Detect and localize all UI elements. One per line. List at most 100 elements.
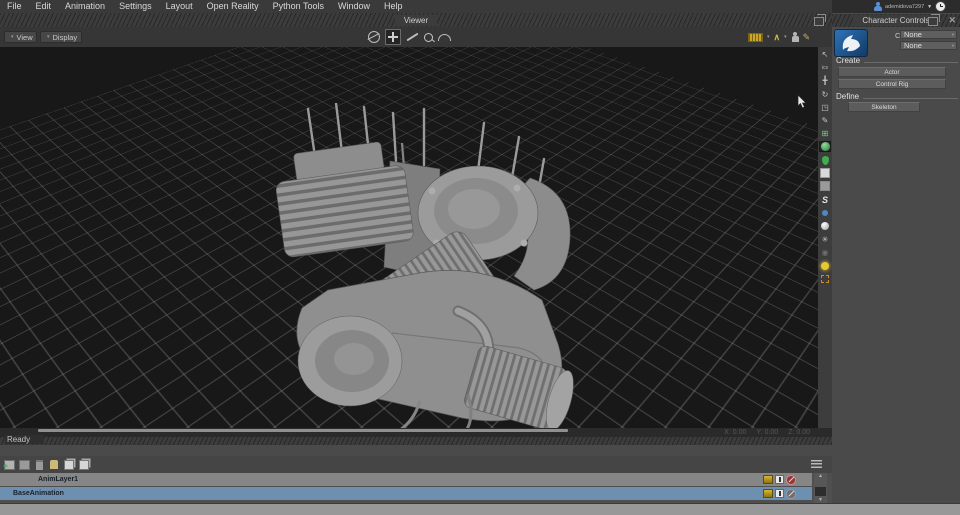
camera-tools-group (368, 29, 451, 45)
magnify-tool-icon[interactable] (424, 33, 433, 42)
mute-button[interactable] (786, 475, 796, 485)
lock-button[interactable] (763, 475, 773, 484)
translate-icon[interactable]: ╋ (819, 75, 831, 86)
compass-pen-icon[interactable]: ✎ (819, 115, 831, 126)
arc-rotate-tool-icon[interactable] (438, 34, 451, 41)
add-box-icon[interactable]: ⊞ (819, 128, 831, 139)
character-controls-float-icon[interactable] (928, 17, 938, 26)
account-bar: ademidova7297 ▼ (832, 0, 960, 13)
character-controls-titlebar: Character Controls ✕ (832, 14, 960, 27)
menu-animation[interactable]: Animation (58, 0, 112, 13)
ruler-tool-icon[interactable] (748, 33, 763, 42)
zoom-line-tool-icon[interactable] (406, 33, 418, 42)
viewer-statusbar: X: 0.00 Y: 0.00 Z: 0.00 (0, 428, 832, 437)
visibility-icon[interactable]: ◉ (819, 247, 831, 258)
chevron-down-icon: ▾ (47, 34, 50, 40)
character-controls-panel: Character Controls ✕ Character: None ▾ S… (832, 13, 960, 503)
create-section-header: Create (836, 56, 958, 65)
view-dropdown-button[interactable]: ▾ View (4, 31, 37, 43)
add-layer-icon[interactable]: + (3, 459, 15, 471)
horizontal-scrollbar[interactable] (38, 429, 568, 432)
layer-name: AnimLayer1 (38, 476, 78, 483)
drop-icon[interactable] (819, 155, 831, 166)
layers-menu-icon[interactable] (811, 460, 822, 468)
chevron-down-icon[interactable]: ▾ (784, 34, 787, 40)
viewport-side-toolbar: ↖ ics ╋ ↻ ◳ ✎ ⊞ S ✳ ◉ (818, 47, 832, 428)
define-section-header: Define (836, 92, 958, 101)
character-controls-close-icon[interactable]: ✕ (948, 16, 956, 25)
lock-button[interactable] (763, 489, 773, 498)
menu-help[interactable]: Help (377, 0, 410, 13)
viewer-titlebar: Viewer (0, 13, 832, 27)
cube-white-icon[interactable] (819, 168, 831, 179)
cube-gray-icon[interactable] (819, 181, 831, 192)
menu-bar: File Edit Animation Settings Layout Open… (0, 0, 832, 13)
light-icon[interactable] (819, 260, 831, 271)
bottom-strip[interactable] (0, 503, 960, 515)
spline-tool-icon[interactable]: ∧ (774, 33, 781, 42)
scale-icon[interactable]: ◳ (819, 102, 831, 113)
chevron-down-icon: ▾ (11, 34, 14, 40)
display-dropdown-label: Display (53, 33, 78, 42)
chevron-down-icon[interactable]: ▾ (767, 34, 770, 40)
animation-layers-toolbar: + (0, 456, 832, 473)
character-value: None (904, 30, 922, 39)
view-dropdown-label: View (17, 33, 33, 42)
username-label: ademidova7297 (885, 4, 924, 10)
menu-layout[interactable]: Layout (159, 0, 200, 13)
viewport-3d[interactable]: Producer Perspective (0, 47, 818, 428)
spline-icon[interactable]: S (819, 194, 831, 205)
clock-icon[interactable] (935, 1, 946, 12)
solo-button[interactable] (775, 475, 784, 484)
viewer-float-icon[interactable] (814, 17, 824, 26)
menu-settings[interactable]: Settings (112, 0, 159, 13)
scroll-up-icon[interactable]: ▲ (814, 473, 827, 479)
mute-button[interactable] (786, 489, 796, 499)
layers-scrollbar[interactable]: ▲ ▼ (814, 473, 827, 503)
source-select[interactable]: None ▾ (900, 41, 957, 50)
viewer-right-tools-group: ▾ ∧ ▾ ✎ (748, 30, 810, 44)
menu-edit[interactable]: Edit (29, 0, 59, 13)
actor-button[interactable]: Actor (838, 67, 946, 77)
orbit-tool-icon[interactable] (368, 31, 380, 43)
panel-gutter[interactable]: Ready (0, 437, 832, 445)
select-cursor-icon[interactable]: ↖ (819, 49, 831, 60)
account-chevron-down-icon[interactable]: ▼ (927, 4, 932, 10)
control-rig-button[interactable]: Control Rig (838, 79, 946, 89)
trash-icon[interactable] (33, 459, 45, 471)
menu-window[interactable]: Window (331, 0, 377, 13)
layer-row-animlayer1[interactable]: AnimLayer1 (0, 473, 812, 486)
chevron-down-icon: ▾ (952, 43, 954, 49)
marker-icon[interactable] (819, 207, 831, 218)
source-value: None (904, 41, 922, 50)
globe-icon[interactable] (819, 141, 831, 152)
menu-open-reality[interactable]: Open Reality (200, 0, 266, 13)
character-controls-logo[interactable] (834, 29, 868, 57)
motionbuilder-window: File Edit Animation Settings Layout Open… (0, 0, 960, 515)
solo-button[interactable] (775, 489, 784, 498)
delete-layer-icon[interactable] (18, 459, 30, 471)
layer-row-baseanimation[interactable]: BaseAnimation (0, 487, 812, 500)
pan-tool-icon[interactable] (385, 29, 401, 45)
user-avatar-icon[interactable] (874, 2, 882, 11)
duplicate-layer-icon[interactable] (63, 459, 75, 471)
character-select[interactable]: None ▾ (900, 30, 957, 39)
merge-layers-icon[interactable] (48, 459, 60, 471)
viewer-toolbar: ▾ View ▾ Display ▾ ∧ ▾ ✎ (0, 27, 832, 47)
character-pose-tool-icon[interactable] (791, 32, 799, 43)
skeleton-button[interactable]: Skeleton (848, 102, 920, 112)
duplicate-layer-alt-icon[interactable] (78, 459, 90, 471)
sphere-icon[interactable] (819, 220, 831, 231)
display-dropdown-button[interactable]: ▾ Display (40, 31, 82, 43)
mouse-cursor-icon (797, 95, 807, 109)
rotate-icon[interactable]: ↻ (819, 89, 831, 100)
menu-python-tools[interactable]: Python Tools (266, 0, 331, 13)
character-controls-title: Character Controls (853, 15, 938, 26)
ics-label: ics (819, 62, 831, 73)
scrollbar-thumb[interactable] (815, 487, 826, 496)
pen-tool-icon[interactable]: ✎ (803, 32, 811, 42)
menu-file[interactable]: File (0, 0, 29, 13)
selection-box-icon[interactable] (819, 273, 831, 284)
snap-icon[interactable]: ✳ (819, 234, 831, 245)
transform-coordinates: X: 0.00 Y: 0.00 Z: 0.00 (724, 428, 810, 437)
